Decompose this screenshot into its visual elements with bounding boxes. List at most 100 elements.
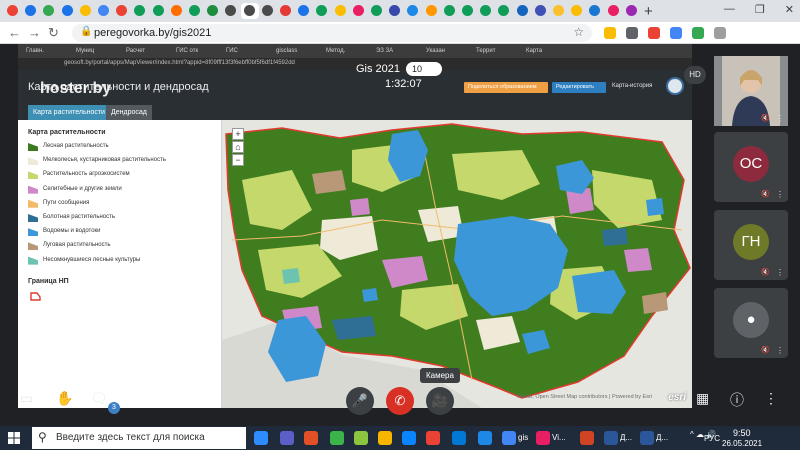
browser-tab[interactable] <box>441 3 459 19</box>
hd-quality-badge[interactable]: HD <box>684 66 706 84</box>
app-icon[interactable] <box>478 431 492 445</box>
restore-icon[interactable]: ❐ <box>755 3 765 16</box>
browser-tab[interactable] <box>277 3 295 19</box>
browser-tab[interactable] <box>568 3 586 19</box>
word-icon[interactable] <box>640 431 654 445</box>
browser-tab[interactable] <box>313 3 331 19</box>
chat-icon[interactable]: 🗨 <box>90 390 108 407</box>
browser-tab[interactable] <box>295 3 313 19</box>
clock-date[interactable]: 26.05.2021 <box>722 439 762 448</box>
extension-icon[interactable] <box>648 27 660 39</box>
powerpoint-icon[interactable] <box>580 431 594 445</box>
app-icon[interactable] <box>354 431 368 445</box>
chrome-icon[interactable] <box>502 431 516 445</box>
browser-tab[interactable] <box>168 3 186 19</box>
browser-tab[interactable] <box>113 3 131 19</box>
browser-tab[interactable] <box>222 3 240 19</box>
edge-icon[interactable] <box>402 431 416 445</box>
more-options-icon[interactable]: ⋮ <box>776 268 784 277</box>
present-screen-icon[interactable]: ▭ <box>20 390 33 407</box>
info-icon[interactable]: ⓘ <box>730 390 744 410</box>
participant-tile-os[interactable]: ОС 🔇 ⋮ <box>714 132 788 202</box>
extension-icon[interactable] <box>692 27 704 39</box>
browser-tab[interactable] <box>186 3 204 19</box>
app-icon[interactable] <box>330 431 344 445</box>
taskbar-app-label[interactable]: Vi... <box>552 433 566 442</box>
taskbar-app-label[interactable]: Д... <box>620 433 632 442</box>
extension-icon[interactable] <box>604 27 616 39</box>
more-options-icon[interactable]: ⋮ <box>776 346 784 355</box>
taskbar-app-label[interactable]: gis <box>518 433 528 442</box>
more-options-icon[interactable]: ⋮ <box>776 190 784 199</box>
address-bar[interactable]: 🔒 peregovorka.by/gis2021 ☆ <box>72 24 592 42</box>
map-view[interactable]: + ⌂ − Maxar, Open Street Map contributor… <box>222 120 692 408</box>
input-language[interactable]: РУС <box>704 434 720 443</box>
minimize-icon[interactable]: — <box>724 3 735 16</box>
browser-tab[interactable] <box>423 3 441 19</box>
raise-hand-icon[interactable]: ✋ <box>56 390 73 407</box>
tab-dendrosad[interactable]: Дендросад <box>106 105 152 120</box>
browser-tab[interactable] <box>95 3 113 19</box>
participant-tile-gn[interactable]: ГН 🔇 ⋮ <box>714 210 788 280</box>
share-button[interactable]: Поделиться образованием <box>464 82 548 93</box>
home-icon[interactable]: ⌂ <box>232 141 244 153</box>
teams-app-icon[interactable] <box>280 431 294 445</box>
browser-tab[interactable] <box>532 3 550 19</box>
microphone-button[interactable]: 🎤 <box>346 387 374 415</box>
browser-tab[interactable] <box>495 3 513 19</box>
forward-icon[interactable]: → <box>28 25 41 40</box>
taskbar-search[interactable]: ⚲ Введите здесь текст для поиска <box>32 427 246 449</box>
bookmark-star-icon[interactable]: ☆ <box>573 25 584 39</box>
back-icon[interactable]: ← <box>8 25 21 40</box>
tab-vegetation-map[interactable]: Карта растительности <box>28 105 110 120</box>
browser-tab[interactable] <box>131 3 149 19</box>
extension-icon[interactable] <box>626 27 638 39</box>
browser-tab[interactable] <box>22 3 40 19</box>
browser-tab[interactable] <box>77 3 95 19</box>
windows-start-icon[interactable] <box>8 432 20 444</box>
taskbar-app-label[interactable]: Д... <box>656 433 668 442</box>
app-icon[interactable] <box>536 431 550 445</box>
extension-icon[interactable] <box>670 27 682 39</box>
browser-tab[interactable] <box>368 3 386 19</box>
clock-time[interactable]: 9:50 <box>733 428 751 438</box>
reload-icon[interactable]: ↻ <box>48 25 59 41</box>
browser-tab[interactable] <box>459 3 477 19</box>
participant-tile-anonymous[interactable]: ● 🔇 ⋮ <box>714 288 788 358</box>
browser-tab[interactable] <box>350 3 368 19</box>
close-window-icon[interactable]: ✕ <box>785 3 794 16</box>
browser-tab[interactable] <box>40 3 58 19</box>
zoom-in-button[interactable]: + <box>232 128 244 140</box>
participant-count-badge[interactable]: 10 <box>406 62 442 76</box>
browser-tab[interactable] <box>204 3 222 19</box>
zoom-out-button[interactable]: − <box>232 154 244 166</box>
browser-tab[interactable] <box>150 3 168 19</box>
more-options-icon[interactable]: ⋮ <box>776 114 784 123</box>
browser-tab[interactable] <box>404 3 422 19</box>
browser-tab[interactable] <box>240 3 259 19</box>
new-tab-plus-icon[interactable]: + <box>644 3 653 20</box>
browser-tab[interactable] <box>386 3 404 19</box>
zoom-app-icon[interactable] <box>254 431 268 445</box>
edit-button[interactable]: Редактировать <box>552 82 606 93</box>
word-icon[interactable] <box>604 431 618 445</box>
browser-tab[interactable] <box>477 3 495 19</box>
browser-tab[interactable] <box>605 3 623 19</box>
map-history-link[interactable]: Карта-история <box>612 83 652 89</box>
browser-tab[interactable] <box>550 3 568 19</box>
hang-up-button[interactable]: ✆ <box>386 387 414 415</box>
browser-tab[interactable] <box>4 3 22 19</box>
browser-tab[interactable] <box>59 3 77 19</box>
participant-tile-video[interactable]: 🔇 ⋮ <box>714 56 788 126</box>
extension-icon[interactable] <box>714 27 726 39</box>
more-options-icon[interactable]: ⋮ <box>764 390 778 407</box>
app-icon[interactable] <box>304 431 318 445</box>
app-icon[interactable] <box>452 431 466 445</box>
browser-tab[interactable] <box>332 3 350 19</box>
browser-tab[interactable] <box>586 3 604 19</box>
browser-tab[interactable] <box>259 3 277 19</box>
browser-tab[interactable] <box>623 3 641 19</box>
camera-button[interactable]: 🎥 <box>426 387 454 415</box>
app-icon[interactable] <box>426 431 440 445</box>
grid-layout-icon[interactable]: ▦ <box>696 390 709 407</box>
